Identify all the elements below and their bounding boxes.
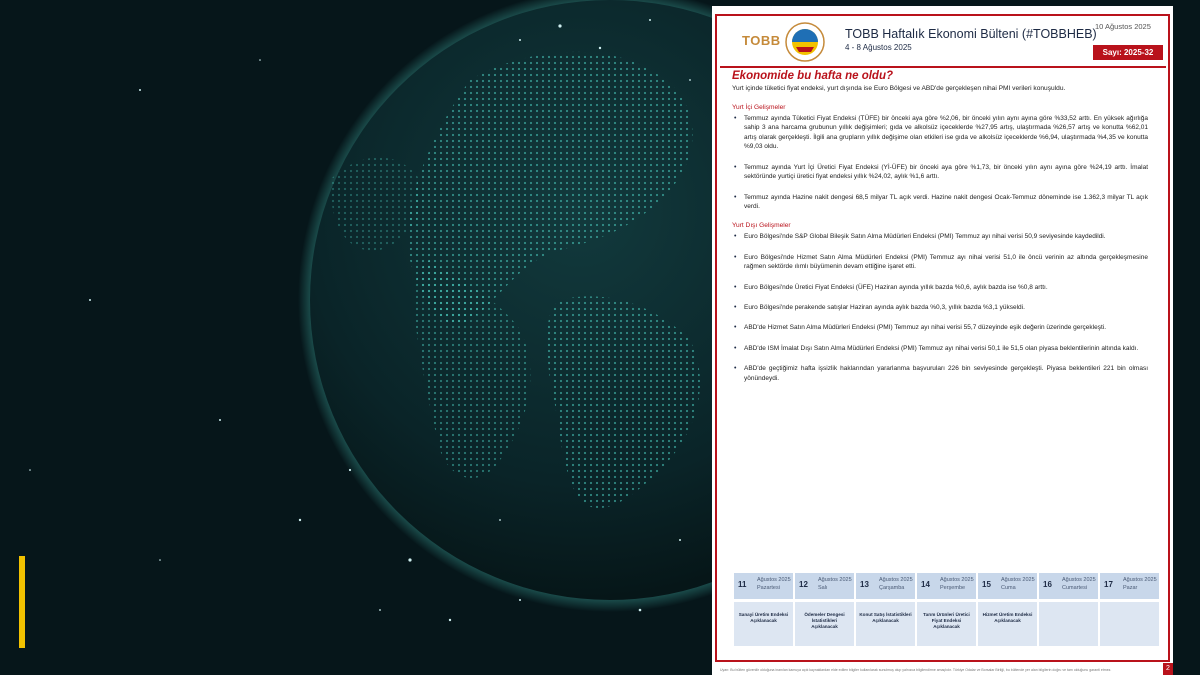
page-number: 2 xyxy=(1163,663,1173,675)
page-border xyxy=(715,14,1170,662)
disclaimer-footer: Uyarı: Bu bülten güvenilir olduğuna inan… xyxy=(720,668,1112,672)
accent-bar xyxy=(19,556,25,648)
